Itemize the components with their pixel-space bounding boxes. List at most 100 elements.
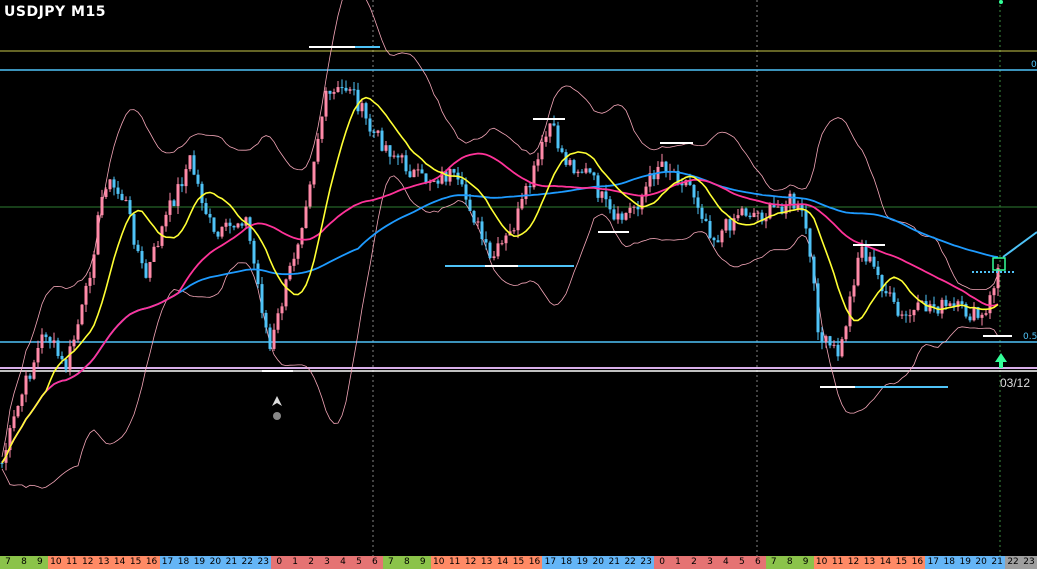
candle-body: [84, 285, 88, 305]
x-tick-label: 18: [175, 556, 192, 569]
price-chart[interactable]: [0, 0, 1037, 556]
x-tick-label: 8: [781, 556, 798, 569]
candle-body: [872, 256, 876, 267]
candle-body: [180, 184, 184, 187]
candle-body: [308, 184, 312, 207]
candle-body: [576, 171, 580, 174]
candle-body: [380, 130, 384, 151]
candle-body: [212, 217, 216, 232]
candle-body: [416, 169, 420, 171]
candle-body: [280, 306, 284, 314]
candle-body: [788, 193, 792, 206]
candle-body: [604, 191, 608, 200]
current-marker-icon: [999, 0, 1003, 4]
candle-body: [992, 288, 996, 296]
candle-body: [320, 116, 324, 139]
candle-body: [396, 155, 400, 158]
candle-body: [520, 198, 524, 209]
candle-body: [480, 221, 484, 240]
candle-body: [420, 169, 424, 174]
candle-body: [568, 160, 572, 165]
x-tick-label: 9: [31, 556, 48, 569]
candle-body: [164, 214, 168, 227]
x-tick-label: 22: [239, 556, 256, 569]
candle-body: [240, 223, 244, 226]
candle-body: [384, 145, 388, 151]
x-tick-label: 5: [350, 556, 367, 569]
candle-body: [720, 230, 724, 243]
x-tick-label: 1: [670, 556, 686, 569]
candle-body: [356, 89, 360, 112]
x-tick-label: 17: [925, 556, 942, 569]
x-tick-label: 20: [973, 556, 990, 569]
candle-body: [624, 212, 628, 220]
candle-body: [980, 314, 984, 318]
candle-body: [304, 206, 308, 229]
candle-body: [252, 240, 256, 264]
candle-body: [892, 292, 896, 302]
candle-body: [484, 239, 488, 243]
candle-body: [76, 324, 80, 340]
candle-body: [344, 87, 348, 91]
candle-body: [204, 203, 208, 214]
candle-body: [460, 179, 464, 185]
x-tick-label: 6: [749, 556, 766, 569]
candle-body: [172, 200, 176, 207]
candle-body: [848, 296, 852, 327]
candle-body: [636, 206, 640, 210]
candle-body: [32, 362, 36, 379]
candle-body: [312, 161, 316, 185]
x-tick-label: 12: [79, 556, 96, 569]
x-tick-label: 18: [941, 556, 958, 569]
candle-body: [216, 231, 220, 237]
candle-body: [392, 155, 396, 157]
candle-body: [120, 193, 124, 201]
candle-body: [664, 161, 668, 173]
candle-body: [868, 256, 872, 262]
candle-body: [464, 184, 468, 200]
x-tick-label: 14: [877, 556, 894, 569]
x-tick-label: 13: [861, 556, 878, 569]
candle-body: [188, 155, 192, 170]
candle-body: [620, 213, 624, 220]
x-tick-label: 5: [733, 556, 750, 569]
candle-body: [156, 245, 160, 247]
x-tick-label: 15: [127, 556, 144, 569]
candle-body: [412, 169, 416, 178]
candle-body: [728, 219, 732, 231]
x-tick-label: 21: [989, 556, 1006, 569]
candle-body: [876, 266, 880, 276]
x-tick-label: 16: [526, 556, 543, 569]
candle-body: [504, 235, 508, 244]
candle-body: [468, 199, 472, 211]
candle-body: [96, 215, 100, 255]
x-tick-label: 13: [95, 556, 112, 569]
candle-body: [368, 118, 372, 132]
bollinger-upper-band: [1, 0, 999, 457]
candle-body: [288, 265, 292, 280]
candle-body: [864, 246, 868, 262]
x-tick-label: 16: [909, 556, 926, 569]
candle-body: [828, 336, 832, 346]
candle-body: [908, 315, 912, 317]
fib-level-label: 0.5: [1023, 332, 1037, 342]
candle-body: [424, 173, 428, 183]
x-tick-label: 21: [606, 556, 623, 569]
candle-body: [208, 213, 212, 218]
candle-body: [612, 209, 616, 220]
candle-body: [48, 337, 52, 343]
candle-body: [616, 213, 620, 220]
candle-body: [144, 263, 148, 278]
candle-body: [552, 123, 556, 126]
candle-body: [496, 243, 500, 257]
candle-body: [112, 179, 116, 188]
candle-body: [628, 207, 632, 213]
candle-body: [52, 340, 56, 343]
candle-body: [756, 212, 760, 214]
x-tick-label: 7: [0, 556, 16, 569]
x-tick-label: 8: [15, 556, 32, 569]
candle-body: [20, 394, 24, 406]
x-tick-label: 11: [446, 556, 463, 569]
candle-body: [632, 206, 636, 208]
x-tick-label: 20: [590, 556, 607, 569]
